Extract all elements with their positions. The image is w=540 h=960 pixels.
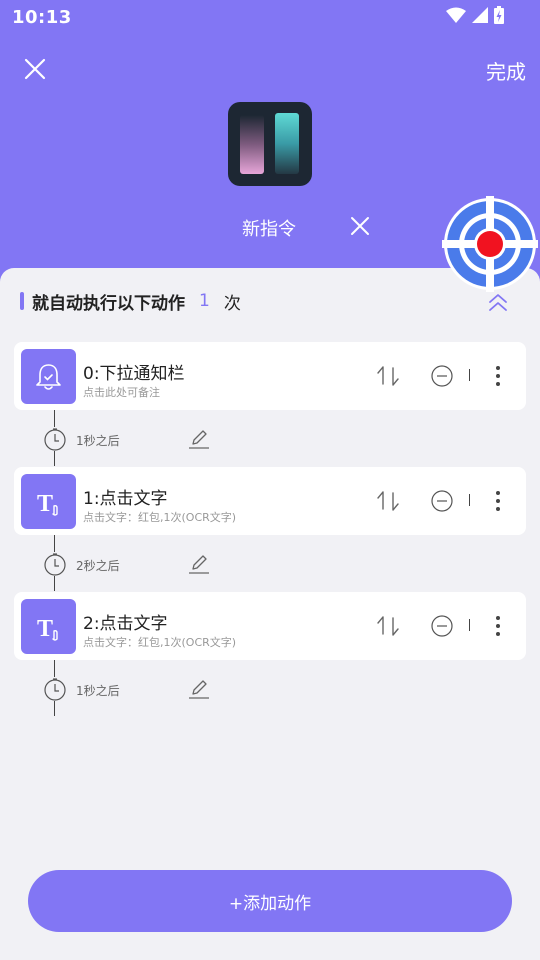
action-subtitle[interactable]: 点击文字：红包,1次(OCR文字)	[83, 634, 236, 650]
battery-icon	[494, 6, 504, 24]
status-bar: 10:13	[0, 0, 540, 34]
app-icon-bar-right	[275, 113, 299, 174]
action-subtitle[interactable]: 点击此处可备注	[83, 384, 160, 400]
action-subtitle[interactable]: 点击文字：红包,1次(OCR文字)	[83, 509, 236, 525]
action-card-1[interactable]: T 1:点击文字 点击文字：红包,1次(OCR文字)	[14, 467, 526, 535]
sort-icon[interactable]	[376, 614, 400, 638]
status-time: 10:13	[12, 7, 72, 28]
remove-icon[interactable]	[431, 365, 453, 387]
repeat-count[interactable]: 1	[199, 291, 210, 311]
edit-icon[interactable]	[188, 428, 210, 450]
timeline-line	[54, 410, 55, 427]
more-vert-icon[interactable]	[488, 364, 508, 388]
signal-icon	[472, 7, 488, 23]
timer-icon	[44, 428, 66, 451]
divider	[469, 369, 470, 381]
remove-icon[interactable]	[431, 490, 453, 512]
timeline-line	[54, 576, 55, 591]
add-action-button[interactable]: +添加动作	[28, 870, 512, 932]
action-icon-1: T	[21, 474, 76, 529]
status-icons	[446, 6, 504, 24]
close-icon[interactable]	[22, 56, 48, 82]
macro-app-icon[interactable]	[228, 102, 312, 186]
delay-text[interactable]: 1秒之后	[76, 432, 120, 449]
done-button[interactable]: 完成	[486, 56, 526, 85]
remove-icon[interactable]	[431, 615, 453, 637]
action-title: 2:点击文字	[83, 614, 168, 634]
edit-icon[interactable]	[188, 678, 210, 700]
timeline-line	[54, 451, 55, 466]
record-target-icon[interactable]	[442, 196, 538, 292]
svg-text:T: T	[37, 491, 53, 517]
section-header: 就自动执行以下动作 1 次	[20, 291, 241, 314]
divider	[469, 619, 470, 631]
sort-icon[interactable]	[376, 489, 400, 513]
timer-icon	[44, 678, 66, 701]
text-tap-icon: T	[37, 491, 58, 517]
action-icon-2: T	[21, 599, 76, 654]
more-vert-icon[interactable]	[488, 489, 508, 513]
repeat-unit: 次	[223, 293, 241, 314]
delay-row-0: 1秒之后	[40, 410, 340, 466]
svg-text:T: T	[37, 616, 53, 642]
timeline-line	[54, 535, 55, 552]
action-card-2[interactable]: T 2:点击文字 点击文字：红包,1次(OCR文字)	[14, 592, 526, 660]
bell-icon	[36, 364, 61, 390]
macro-name[interactable]: 新指令	[242, 215, 296, 241]
action-icon-0	[21, 349, 76, 404]
timeline-line	[54, 660, 55, 677]
clear-name-icon[interactable]	[350, 216, 370, 236]
delay-row-2: 1秒之后	[40, 660, 340, 716]
timeline-line	[54, 701, 55, 716]
action-title: 1:点击文字	[83, 489, 168, 509]
delay-text[interactable]: 2秒之后	[76, 557, 120, 574]
add-action-label: +添加动作	[228, 893, 312, 914]
action-title: 0:下拉通知栏	[83, 364, 185, 384]
action-card-0[interactable]: 0:下拉通知栏 点击此处可备注	[14, 342, 526, 410]
delay-text[interactable]: 1秒之后	[76, 682, 120, 699]
section-accent	[20, 292, 24, 310]
more-vert-icon[interactable]	[488, 614, 508, 638]
edit-icon[interactable]	[188, 553, 210, 575]
chevron-up-icon[interactable]	[486, 290, 510, 314]
delay-row-1: 2秒之后	[40, 535, 340, 591]
text-tap-icon: T	[37, 616, 58, 642]
app-icon-bar-left	[240, 115, 264, 174]
wifi-icon	[446, 7, 466, 23]
divider	[469, 494, 470, 506]
timer-icon	[44, 553, 66, 576]
sort-icon[interactable]	[376, 364, 400, 388]
section-title: 就自动执行以下动作	[32, 293, 185, 314]
